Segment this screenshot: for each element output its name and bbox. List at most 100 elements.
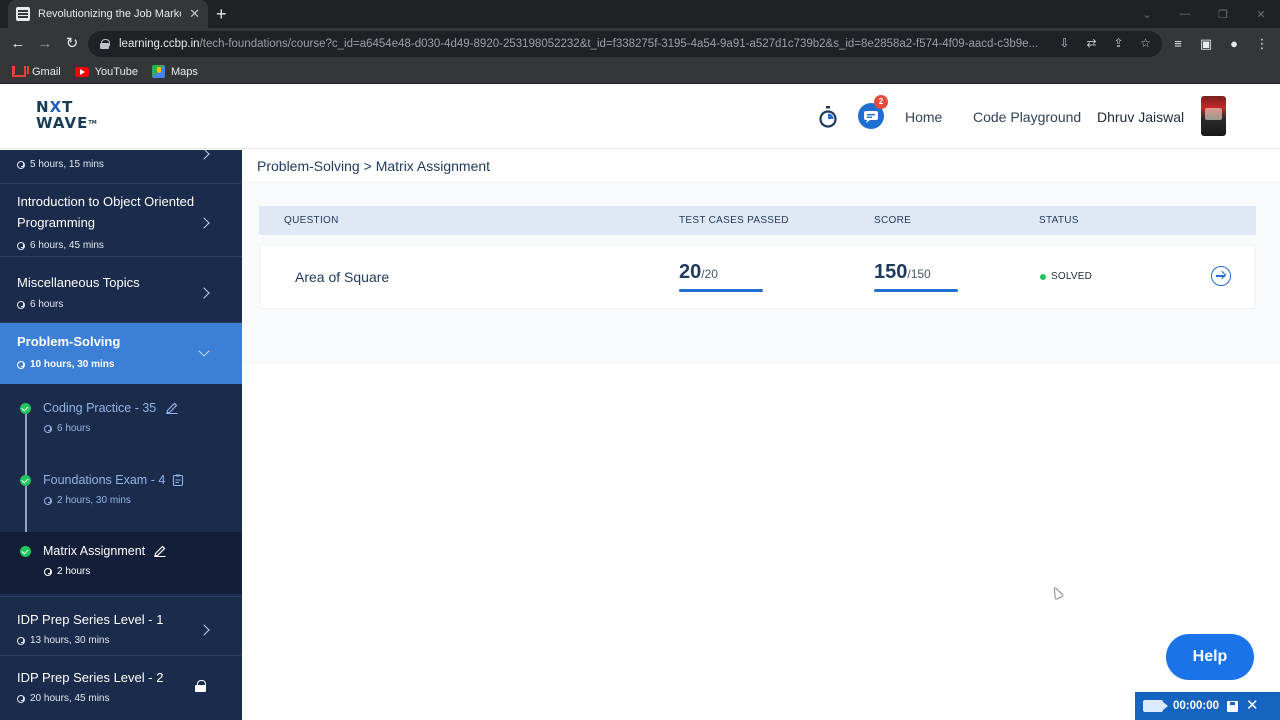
sub-item-matrix-assignment[interactable]: Matrix Assignment 2 hours	[0, 532, 242, 594]
logo-tm: TM	[88, 120, 97, 126]
browser-tab[interactable]: Revolutionizing the Job Market | ✕	[8, 0, 208, 28]
sidebar-item-label: Problem-Solving	[17, 334, 121, 349]
share-icon[interactable]: ⇪	[1110, 35, 1127, 52]
sidebar-item-label: Introduction to Object Oriented Programm…	[17, 194, 195, 230]
bookmark-youtube[interactable]: YouTube	[74, 66, 138, 78]
duration-text: 6 hours	[30, 299, 64, 310]
question-name: Area of Square	[295, 269, 390, 285]
arrow-right-circle-icon[interactable]	[1211, 266, 1231, 286]
bookmark-star-icon[interactable]: ☆	[1137, 35, 1154, 52]
url-path: /tech-foundations/course?c_id=a6454e48-d…	[199, 38, 1039, 50]
media-icon[interactable]: ≡	[1170, 34, 1186, 54]
url-host: learning.ccbp.in	[119, 38, 200, 50]
user-name[interactable]: Dhruv Jaiswal	[1097, 109, 1184, 125]
sidebar-item-problem-solving[interactable]: Problem-Solving 10 hours, 30 mins	[0, 323, 242, 384]
video-camera-icon[interactable]	[1143, 700, 1168, 712]
tab-close-icon[interactable]: ✕	[189, 6, 200, 22]
youtube-icon	[74, 66, 89, 77]
lock-icon	[100, 39, 110, 49]
close-window-icon[interactable]: ✕	[1242, 0, 1280, 28]
breadcrumb-separator: >	[359, 158, 376, 174]
check-circle-icon	[20, 475, 31, 486]
clock-icon	[17, 360, 25, 369]
check-circle-icon	[20, 546, 31, 557]
forward-icon[interactable]: →	[35, 34, 55, 54]
back-icon[interactable]: ←	[8, 34, 28, 54]
close-icon[interactable]: ✕	[1246, 698, 1259, 713]
install-icon[interactable]: ⇩	[1056, 35, 1073, 52]
breadcrumb-current: Matrix Assignment	[375, 158, 491, 174]
nav-code-playground-link[interactable]: Code Playground	[973, 109, 1081, 125]
sidebar-item-duration: 6 hours	[17, 299, 63, 310]
status-badge: SOLVED	[1040, 271, 1092, 282]
bookmark-maps[interactable]: Maps	[151, 65, 198, 78]
save-icon[interactable]	[1227, 700, 1239, 712]
new-tab-button[interactable]: +	[216, 4, 227, 24]
sub-item-label: Coding Practice - 35	[43, 401, 157, 415]
sidebar-item-topic[interactable]: 5 hours, 15 mins	[0, 150, 242, 184]
breadcrumb-parent[interactable]: Problem-Solving	[257, 158, 360, 174]
duration-text: 10 hours, 30 mins	[30, 359, 115, 370]
breadcrumb: Problem-Solving > Matrix Assignment	[242, 150, 1280, 183]
score-progress-bar	[874, 289, 958, 292]
avatar[interactable]	[1201, 96, 1226, 136]
clock-icon	[44, 424, 52, 433]
minimize-icon[interactable]: —	[1166, 0, 1204, 28]
window-controls: ⌄ — ❐ ✕	[1128, 0, 1280, 28]
menu-dots-icon[interactable]: ⋮	[1254, 34, 1270, 54]
sidepanel-icon[interactable]: ▣	[1198, 34, 1214, 54]
bookmark-gmail[interactable]: Gmail	[12, 66, 61, 78]
sub-item-duration: 2 hours, 30 mins	[44, 495, 131, 506]
sidebar-item-duration: 20 hours, 45 mins	[17, 693, 110, 704]
clock-icon	[44, 496, 52, 505]
sidebar-item-oop[interactable]: Introduction to Object Oriented Programm…	[0, 184, 242, 257]
test-cases-value: 20/20	[679, 261, 718, 284]
app-header: NXT WAVETM	[0, 85, 1280, 149]
address-toolbar: ← → ↻ learning.ccbp.in/tech-foundations/…	[0, 28, 1280, 60]
screen-recorder-bar: 00:00:00 ✕	[1135, 692, 1280, 720]
translate-icon[interactable]: ⇄	[1083, 35, 1100, 52]
recording-time: 00:00:00	[1173, 700, 1220, 712]
chevron-down-icon[interactable]: ⌄	[1128, 0, 1166, 28]
bookmark-label: Maps	[170, 65, 198, 78]
logo-top: NXT	[36, 99, 106, 115]
sidebar-item-idp-level-1[interactable]: IDP Prep Series Level - 1 13 hours, 30 m…	[0, 596, 242, 656]
main-content: Problem-Solving > Matrix Assignment QUES…	[242, 150, 1280, 720]
table-row[interactable]: Area of Square 20/20 150/150 SOLVED	[259, 244, 1256, 309]
sub-item-coding-practice[interactable]: Coding Practice - 35 6 hours	[0, 384, 242, 446]
logo-word: WAVE	[36, 114, 89, 132]
duration-text: 2 hours	[57, 566, 91, 577]
sidebar-item-duration: 5 hours, 15 mins	[17, 159, 104, 170]
table-header: QUESTION TEST CASES PASSED SCORE STATUS	[259, 206, 1256, 235]
status-text: SOLVED	[1051, 271, 1093, 282]
url-input[interactable]: learning.ccbp.in/tech-foundations/course…	[88, 31, 1162, 57]
profile-icon[interactable]: ●	[1226, 34, 1242, 54]
clock-icon	[17, 300, 25, 309]
omnibox-actions: ⇩ ⇄ ⇪ ☆	[1056, 35, 1154, 52]
sidebar-item-duration: 13 hours, 30 mins	[17, 635, 110, 646]
score-value: 150/150	[874, 261, 931, 284]
tab-favicon-icon	[16, 7, 30, 21]
chevron-right-icon	[198, 150, 210, 160]
bookmark-label: Gmail	[32, 65, 61, 78]
sidebar-item-misc[interactable]: Miscellaneous Topics 6 hours	[0, 257, 242, 323]
maps-icon	[151, 65, 165, 78]
logo-bottom: WAVETM	[36, 115, 106, 132]
assignment-panel: QUESTION TEST CASES PASSED SCORE STATUS …	[242, 183, 1280, 364]
maximize-icon[interactable]: ❐	[1204, 0, 1242, 28]
help-button[interactable]: Help	[1166, 634, 1254, 680]
bookmarks-bar: Gmail YouTube Maps	[0, 60, 1280, 84]
extension-icons: ≡ ▣ ● ⋮	[1170, 34, 1270, 54]
reload-icon[interactable]: ↻	[62, 34, 82, 54]
clock-icon	[17, 160, 25, 169]
stopwatch-icon[interactable]	[818, 106, 838, 128]
sidebar-item-label: IDP Prep Series Level - 1	[17, 612, 164, 627]
sub-item-foundations-exam[interactable]: Foundations Exam - 4 2 hours, 30 mins	[0, 456, 242, 518]
gmail-icon	[12, 66, 26, 77]
nav-home-link[interactable]: Home	[905, 109, 942, 125]
duration-text: 20 hours, 45 mins	[30, 693, 110, 704]
tab-title: Revolutionizing the Job Market |	[38, 8, 182, 20]
nxtwave-logo[interactable]: NXT WAVETM	[36, 99, 106, 135]
sidebar-item-label: Miscellaneous Topics	[17, 275, 140, 290]
column-header-test-cases: TEST CASES PASSED	[679, 215, 789, 226]
